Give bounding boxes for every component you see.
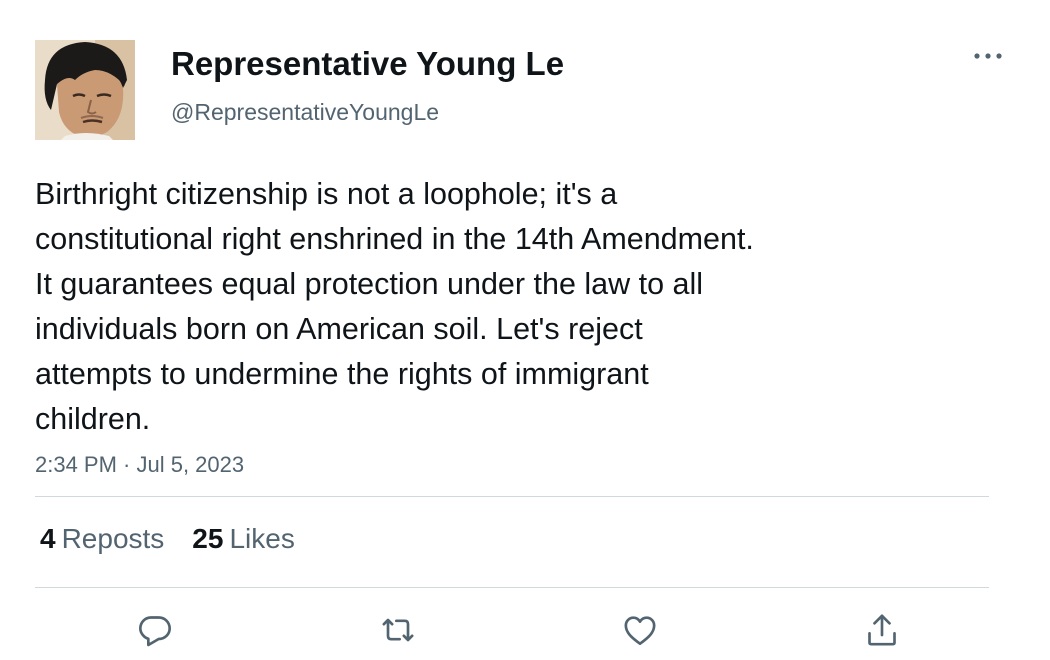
likes-count: 25 <box>192 523 224 554</box>
tweet-timestamp[interactable]: 2:34 PM · Jul 5, 2023 <box>35 451 244 479</box>
heart-icon <box>624 616 656 645</box>
engagement-stats: 4 Reposts 25 Likes <box>40 522 323 556</box>
avatar[interactable] <box>35 40 135 140</box>
likes-label: Likes <box>229 523 295 554</box>
tweet-text: Birthright citizenship is not a loophole… <box>35 177 754 436</box>
likes-stat[interactable]: 25 Likes <box>192 522 295 556</box>
divider <box>35 587 989 588</box>
repost-button[interactable] <box>378 610 418 650</box>
more-options-icon[interactable] <box>970 44 1006 68</box>
like-button[interactable] <box>620 610 660 650</box>
reposts-label: Reposts <box>61 523 165 554</box>
reposts-count: 4 <box>40 523 56 554</box>
comment-icon <box>139 616 172 647</box>
reposts-stat[interactable]: 4 Reposts <box>40 522 164 556</box>
share-icon <box>868 614 896 646</box>
reply-button[interactable] <box>135 610 175 650</box>
share-button[interactable] <box>862 610 902 650</box>
user-handle[interactable]: @RepresentativeYoungLe <box>171 98 439 126</box>
display-name[interactable]: Representative Young Le <box>171 44 564 84</box>
divider <box>35 496 989 497</box>
repost-icon <box>382 618 414 642</box>
profile-photo-icon <box>35 40 135 140</box>
